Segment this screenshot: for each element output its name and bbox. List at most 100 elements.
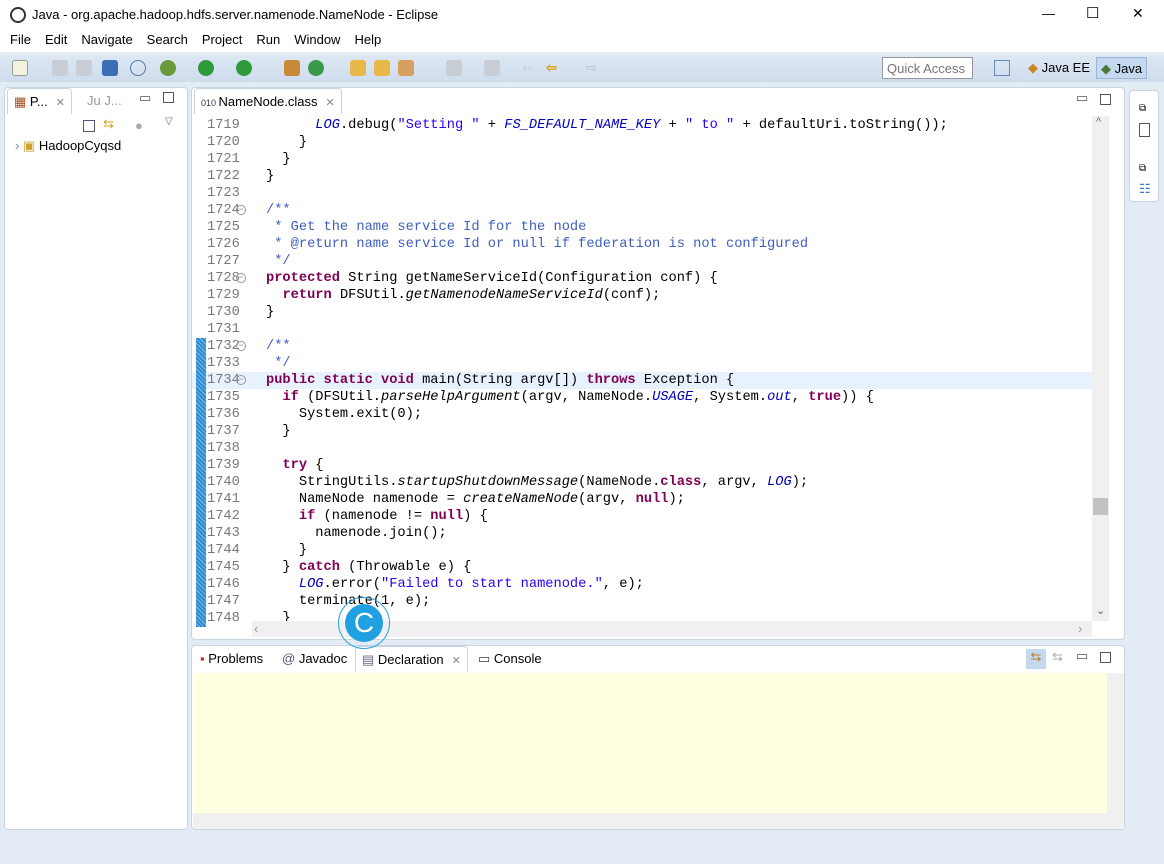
link-editor-icon[interactable]: ⇆ (103, 116, 114, 132)
code-line[interactable]: 1736 System.exit(0); (192, 406, 1092, 423)
menu-search[interactable]: Search (147, 30, 188, 52)
maximize-button[interactable]: ☐ (1086, 4, 1099, 22)
close-tab-icon[interactable]: ✕ (326, 97, 335, 109)
perspective-java-ee[interactable]: ◆ Java EE (1024, 57, 1094, 79)
vertical-scrollbar[interactable] (1107, 673, 1124, 813)
restore-icon-2[interactable]: ⧉ (1139, 163, 1146, 174)
last-edit-icon[interactable]: ⇐ (522, 60, 538, 76)
tree-item-project[interactable]: › ▣ HadoopCyqsd (15, 138, 121, 154)
minimize-button[interactable]: — (1042, 6, 1055, 21)
maximize-icon[interactable] (163, 92, 174, 103)
code-line[interactable]: 1724−/** (192, 202, 1092, 219)
vertical-scrollbar[interactable]: ^ ⌄ (1092, 116, 1109, 621)
menu-run[interactable]: Run (256, 30, 280, 52)
code-line[interactable]: 1723 (192, 185, 1092, 202)
code-line[interactable]: 1737 } (192, 423, 1092, 440)
tab-package-explorer[interactable]: ▦ P... ✕ (7, 88, 72, 114)
forward-icon[interactable]: ⇨ (586, 60, 602, 76)
tab-problems[interactable]: ▪ Problems (194, 646, 269, 672)
save-icon[interactable] (52, 60, 68, 76)
open-type-icon[interactable] (350, 60, 366, 76)
code-line[interactable]: 1722} (192, 168, 1092, 185)
link-editor-icon[interactable]: ⇆ (1026, 649, 1046, 669)
maximize-icon[interactable] (1100, 652, 1111, 663)
code-line[interactable]: 1719 LOG.debug("Setting " + FS_DEFAULT_N… (192, 117, 1092, 134)
code-line[interactable]: 1725 * Get the name service Id for the n… (192, 219, 1092, 236)
menu-help[interactable]: Help (354, 30, 381, 52)
collapse-all-icon[interactable] (83, 120, 95, 132)
code-line[interactable]: 1743 namenode.join(); (192, 525, 1092, 542)
menu-file[interactable]: File (10, 30, 31, 52)
run-external-icon[interactable] (236, 60, 252, 76)
new-class-icon[interactable] (308, 60, 324, 76)
open-perspective-icon[interactable] (994, 60, 1010, 76)
code-line[interactable]: 1740 StringUtils.startupShutdownMessage(… (192, 474, 1092, 491)
terminal-icon[interactable] (102, 60, 118, 76)
run-icon[interactable] (198, 60, 214, 76)
back-icon[interactable]: ⇦ (546, 60, 562, 76)
code-line[interactable]: 1727 */ (192, 253, 1092, 270)
tab-console[interactable]: ▭ Console (472, 646, 548, 672)
fold-icon[interactable]: − (236, 273, 246, 283)
code-line[interactable]: 1728− protected String getNameServiceId(C… (192, 270, 1092, 287)
code-line[interactable]: 1746 LOG.error("Failed to start namenode… (192, 576, 1092, 593)
code-line[interactable]: 1733 */ (192, 355, 1092, 372)
minimize-icon[interactable]: ▭ (139, 90, 151, 106)
code-line[interactable]: 1720 } (192, 134, 1092, 151)
code-line[interactable]: 1732−/** (192, 338, 1092, 355)
fold-icon[interactable]: − (236, 375, 246, 385)
fold-icon[interactable]: − (236, 205, 246, 215)
code-line[interactable]: 1734− public static void main(String argv… (192, 372, 1092, 389)
perspective-java[interactable]: ◆ Java (1096, 57, 1148, 79)
minimize-icon[interactable]: ▭ (1076, 648, 1088, 664)
outline-view-icon[interactable] (1139, 123, 1150, 137)
menu-project[interactable]: Project (202, 30, 242, 52)
code-line[interactable]: 1731 (192, 321, 1092, 338)
skip-breakpoints-icon[interactable] (130, 60, 146, 76)
code-line[interactable]: 1747 terminate(1, e); (192, 593, 1092, 610)
scroll-thumb[interactable] (1093, 498, 1108, 515)
maximize-icon[interactable] (1100, 94, 1111, 105)
code-line[interactable]: 1729 return DFSUtil.getNamenodeNameServi… (192, 287, 1092, 304)
code-line[interactable]: 1742 if (namenode != null) { (192, 508, 1092, 525)
close-tab-icon[interactable]: ✕ (452, 655, 461, 667)
next-annotation-icon[interactable] (446, 60, 462, 76)
code-line[interactable]: 1730} (192, 304, 1092, 321)
close-tab-icon[interactable]: ✕ (56, 97, 65, 109)
code-line[interactable]: 1726 * @return name service Id or null i… (192, 236, 1092, 253)
menu-window[interactable]: Window (294, 30, 340, 52)
view-menu-icon[interactable]: ▽ (165, 116, 173, 127)
line-number: 1725 (207, 220, 240, 235)
new-icon[interactable] (12, 60, 28, 76)
close-button[interactable]: ✕ (1132, 5, 1144, 22)
open-task-icon[interactable] (374, 60, 390, 76)
save-all-icon[interactable] (76, 60, 92, 76)
minimize-icon[interactable]: ▭ (1076, 90, 1088, 106)
quick-access-input[interactable] (882, 57, 973, 79)
code-token: true (808, 390, 842, 405)
code-line[interactable]: 1741 NameNode namenode = createNameNode(… (192, 491, 1092, 508)
menu-navigate[interactable]: Navigate (81, 30, 132, 52)
restore-icon[interactable]: ⧉ (1139, 103, 1146, 114)
tab-junit[interactable]: Ju J... (81, 88, 128, 114)
search-icon[interactable] (398, 60, 414, 76)
code-line[interactable]: 1735 if (DFSUtil.parseHelpArgument(argv,… (192, 389, 1092, 406)
open-input-icon[interactable]: ⇆ (1052, 649, 1063, 665)
code-line[interactable]: 1739 try { (192, 457, 1092, 474)
prev-annotation-icon[interactable] (484, 60, 500, 76)
debug-icon[interactable] (160, 60, 176, 76)
code-line[interactable]: 1738 (192, 440, 1092, 457)
code-line[interactable]: 1745 } catch (Throwable e) { (192, 559, 1092, 576)
tab-declaration[interactable]: ▤ Declaration ✕ (355, 646, 468, 672)
new-package-icon[interactable] (284, 60, 300, 76)
fold-icon[interactable]: − (236, 341, 246, 351)
filter-icon[interactable]: ● (135, 118, 143, 133)
code-area[interactable]: 1719 LOG.debug("Setting " + FS_DEFAULT_N… (192, 117, 1092, 627)
tab-namenode-class[interactable]: 010 NameNode.class ✕ (194, 88, 342, 114)
task-list-icon[interactable]: ☷ (1139, 181, 1151, 197)
horizontal-scrollbar[interactable] (193, 813, 1124, 829)
menu-edit[interactable]: Edit (45, 30, 67, 52)
code-line[interactable]: 1721 } (192, 151, 1092, 168)
tab-javadoc[interactable]: @ Javadoc (276, 646, 353, 672)
code-line[interactable]: 1744 } (192, 542, 1092, 559)
